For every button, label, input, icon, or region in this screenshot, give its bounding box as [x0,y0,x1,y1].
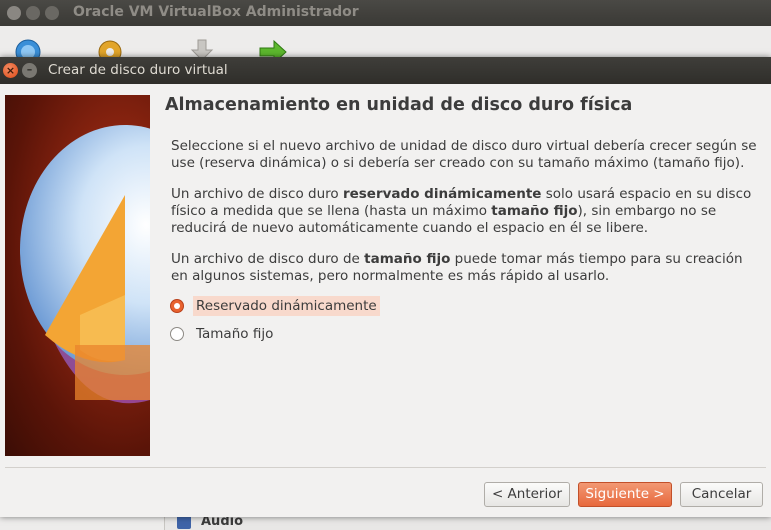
hard-disk-illustration [5,95,150,456]
back-button[interactable]: < Anterior [484,482,570,507]
next-button[interactable]: Siguiente > [578,482,672,507]
close-icon[interactable]: × [3,63,18,78]
main-close-icon[interactable] [7,6,21,20]
audio-icon [177,515,191,529]
main-window-titlebar: Oracle VM VirtualBox Administrador [0,0,771,26]
button-separator [5,467,766,468]
minimize-icon[interactable]: – [22,63,37,78]
fixed-explanation-paragraph: Un archivo de disco duro de tamaño fijo … [171,251,743,284]
description-paragraph: Seleccione si el nuevo archivo de unidad… [171,138,757,171]
radio-fixed[interactable] [170,327,184,341]
create-disk-dialog: × – Crear de disco duro virtual Almacena… [0,57,771,517]
dynamic-explanation-paragraph: Un archivo de disco duro reservado dinám… [171,186,752,236]
radio-dynamic[interactable] [170,299,184,313]
option-dynamic-label[interactable]: Reservado dinámicamente [193,296,380,316]
main-minimize-icon[interactable] [26,6,40,20]
main-maximize-icon[interactable] [45,6,59,20]
page-heading: Almacenamiento en unidad de disco duro f… [165,95,633,115]
dialog-title: Crear de disco duro virtual [48,62,228,78]
main-window-title: Oracle VM VirtualBox Administrador [73,4,359,20]
option-dynamic[interactable]: Reservado dinámicamente [170,295,380,317]
option-fixed-label[interactable]: Tamaño fijo [193,324,276,344]
cancel-button[interactable]: Cancelar [680,482,763,507]
dialog-titlebar: × – Crear de disco duro virtual [0,57,771,84]
option-fixed[interactable]: Tamaño fijo [170,323,276,345]
